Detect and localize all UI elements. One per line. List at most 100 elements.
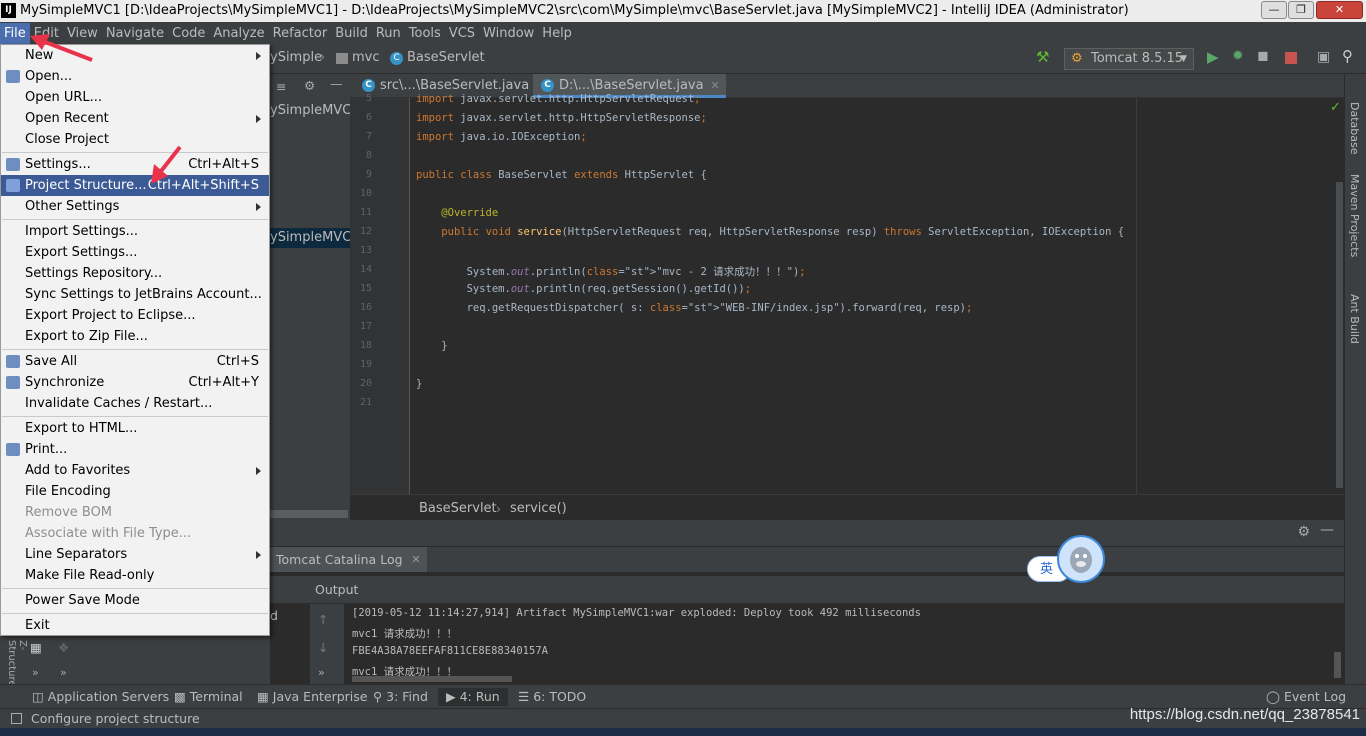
run-configuration-select[interactable]: ⚙ Tomcat 8.5.15 ▼ (1064, 48, 1194, 70)
ime-avatar-icon[interactable] (1057, 535, 1105, 583)
menu-item-invalidate-caches-restart[interactable]: Invalidate Caches / Restart... (1, 393, 269, 414)
inspection-ok-icon[interactable]: ✓ (1330, 100, 1341, 115)
tool-label: Terminal (189, 689, 243, 704)
menu-item-export-to-html[interactable]: Export to HTML... (1, 418, 269, 439)
menu-item-line-separators[interactable]: Line Separators (1, 544, 269, 565)
run-icon[interactable]: ▶ (1207, 48, 1219, 66)
menu-item-label: Invalidate Caches / Restart... (25, 396, 213, 411)
pin-icon[interactable]: ❖ (58, 640, 69, 655)
menu-item-label: Associate with File Type... (25, 526, 192, 541)
menu-run[interactable]: Run (372, 23, 405, 45)
right-tool-strip: Database Maven Projects Ant Build (1344, 74, 1366, 684)
menu-item-import-settings[interactable]: Import Settings... (1, 221, 269, 242)
tool-label: 4: Run (459, 689, 500, 704)
menu-item-label: Export to HTML... (25, 421, 138, 436)
project-structure-icon[interactable]: ▣ (1317, 49, 1330, 65)
tab-tomcat-catalina-log[interactable]: Tomcat Catalina Log ✕ (270, 547, 427, 572)
close-tab-icon[interactable]: ✕ (411, 547, 420, 572)
menu-item-export-project-to-eclipse[interactable]: Export Project to Eclipse... (1, 305, 269, 326)
menu-item-label: Import Settings... (25, 224, 138, 239)
more-icon[interactable]: » (60, 666, 67, 679)
menu-item-exit[interactable]: Exit (1, 615, 269, 636)
maven-projects-tool-button[interactable]: Maven Projects (1348, 174, 1361, 257)
run-tree-item[interactable]: d (270, 608, 278, 623)
breadcrumb-project[interactable]: ySimple (270, 50, 322, 65)
coverage-icon[interactable]: ◼ (1257, 48, 1269, 64)
more-icon[interactable]: » (32, 666, 39, 679)
menu-item-label: Sync Settings to JetBrains Account... (25, 287, 262, 302)
hide-panel-icon[interactable]: — (330, 76, 343, 91)
search-icon[interactable]: ⚲ (1342, 47, 1353, 65)
tool-java-enterprise[interactable]: ▦ Java Enterprise (257, 688, 367, 706)
collapse-all-icon[interactable]: ≡ (276, 79, 286, 94)
minimize-button[interactable]: — (1261, 1, 1287, 19)
code-line: import javax.servlet.http.HttpServletReq… (416, 93, 701, 105)
tool-application-servers[interactable]: ◫ Application Servers (32, 688, 169, 706)
menu-item-save-all[interactable]: Save All Ctrl+S (1, 351, 269, 372)
menu-item-print[interactable]: Print... (1, 439, 269, 460)
tool-event-log[interactable]: ◯ Event Log (1266, 688, 1346, 706)
status-text: Configure project structure (31, 711, 200, 726)
menu-item-add-to-favorites[interactable]: Add to Favorites (1, 460, 269, 481)
menu-item-file-encoding[interactable]: File Encoding (1, 481, 269, 502)
tool-label: Event Log (1283, 689, 1347, 704)
gear-icon[interactable]: ⚙ (1297, 524, 1310, 540)
menu-refactor[interactable]: Refactor (269, 23, 332, 45)
menu-help[interactable]: Help (538, 23, 576, 45)
menu-tools[interactable]: Tools (405, 23, 445, 45)
console-output[interactable]: [2019-05-12 11:14:27,914] Artifact MySim… (344, 604, 1334, 684)
maximize-button[interactable]: ❐ (1288, 1, 1314, 19)
project-panel: ≡ ⚙ — ySimpleMVC1 ySimpleMVC2 (270, 74, 360, 520)
code-editor[interactable]: import javax.servlet.http.HttpServletReq… (410, 93, 1336, 494)
java-ee-icon: ▦ (257, 689, 273, 704)
project-tree-item-mvc1[interactable]: ySimpleMVC1 (270, 103, 360, 118)
menu-item-label: Settings Repository... (25, 266, 163, 281)
line-number: 9 (365, 169, 372, 180)
menu-window[interactable]: Window (479, 23, 538, 45)
close-tab-icon[interactable]: ✕ (710, 74, 719, 98)
editor-breadcrumb-class[interactable]: BaseServlet (419, 501, 497, 516)
debug-icon[interactable]: ✹ (1232, 48, 1244, 64)
arrow-up-icon[interactable]: ↑ (318, 612, 328, 627)
tool-find[interactable]: ⚲ 3: Find (373, 688, 428, 706)
menu-vcs[interactable]: VCS (445, 23, 479, 45)
structure-tool-button[interactable]: Z-Structure (6, 640, 28, 687)
tool-terminal[interactable]: ▩ Terminal (174, 688, 243, 706)
project-tree-item-mvc2[interactable]: ySimpleMVC2 (270, 228, 360, 248)
stop-icon[interactable] (1285, 52, 1297, 64)
line-number: 17 (359, 321, 372, 332)
arrow-down-icon[interactable]: ↓ (318, 640, 328, 655)
menu-item-make-file-read-only[interactable]: Make File Read-only (1, 565, 269, 586)
menu-item-export-to-zip-file[interactable]: Export to Zip File... (1, 326, 269, 347)
layout-icon[interactable]: ▦ (30, 640, 42, 655)
horizontal-scrollbar[interactable] (352, 676, 512, 682)
console-scrollbar[interactable] (1334, 652, 1341, 678)
ant-build-tool-button[interactable]: Ant Build (1348, 294, 1361, 344)
os-taskbar (0, 728, 1366, 736)
build-hammer-icon[interactable]: ⚒ (1036, 48, 1049, 66)
breadcrumb-class[interactable]: BaseServlet (407, 50, 485, 65)
more-icon[interactable]: » (318, 666, 325, 679)
horizontal-scrollbar[interactable] (270, 510, 348, 518)
menu-build[interactable]: Build (331, 23, 372, 45)
code-line: System.out.println(req.getSession().getI… (416, 283, 752, 295)
close-window-button[interactable]: ✕ (1316, 1, 1363, 19)
code-line: import java.io.IOException; (416, 131, 587, 143)
breadcrumb-package[interactable]: mvc (352, 50, 380, 65)
tool-todo[interactable]: ☰ 6: TODO (518, 688, 586, 706)
penguin-icon (1070, 547, 1092, 573)
menu-item-power-save-mode[interactable]: Power Save Mode (1, 590, 269, 611)
status-toggle-icon[interactable] (11, 713, 22, 724)
database-tool-button[interactable]: Database (1348, 102, 1361, 155)
editor-breadcrumb-method[interactable]: service() (510, 501, 567, 516)
menu-item-settings-repository[interactable]: Settings Repository... (1, 263, 269, 284)
menu-item-export-settings[interactable]: Export Settings... (1, 242, 269, 263)
hide-panel-icon[interactable]: — (1320, 522, 1334, 538)
tool-run[interactable]: ▶ 4: Run (438, 688, 508, 706)
code-line: } (416, 378, 423, 390)
gear-icon[interactable]: ⚙ (304, 78, 315, 93)
vertical-scrollbar[interactable] (1336, 182, 1343, 488)
tool-label: Java Enterprise (272, 689, 368, 704)
menu-item-synchronize[interactable]: Synchronize Ctrl+Alt+Y (1, 372, 269, 393)
menu-item-sync-settings-to-jetbrains-account[interactable]: Sync Settings to JetBrains Account... (1, 284, 269, 305)
